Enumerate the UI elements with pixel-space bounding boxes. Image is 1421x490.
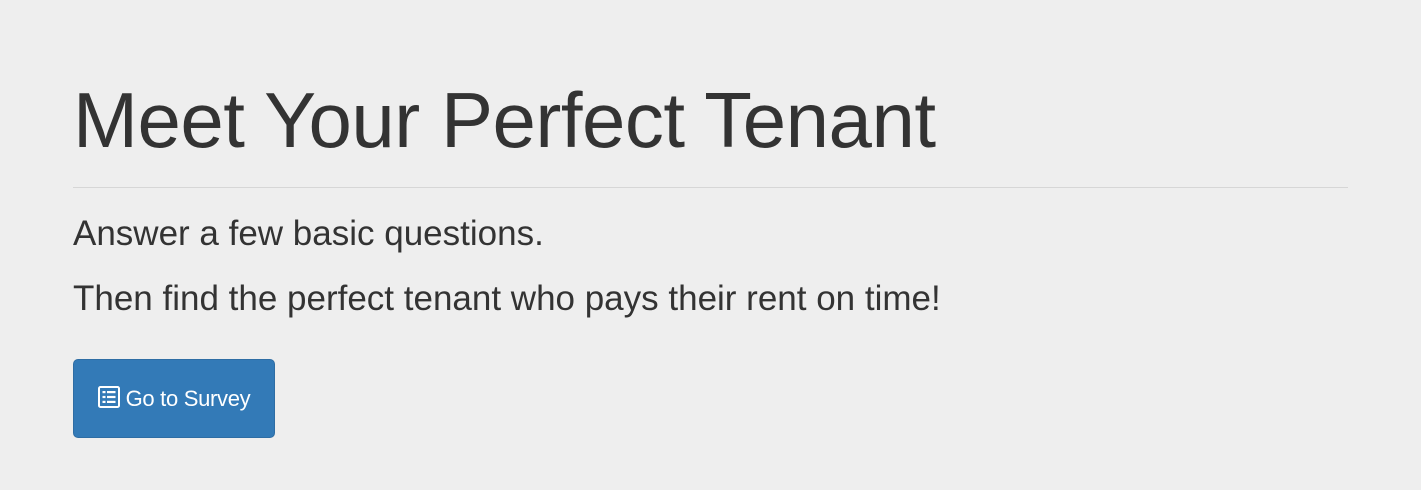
go-to-survey-label: Go to Survey — [125, 385, 251, 411]
page-title: Meet Your Perfect Tenant — [73, 76, 936, 164]
divider — [73, 187, 1348, 188]
jumbotron-hero: Meet Your Perfect Tenant Answer a few ba… — [0, 0, 1421, 490]
lead-text-tenant: Then find the perfect tenant who pays th… — [73, 279, 941, 318]
list-alt-icon — [97, 386, 120, 408]
go-to-survey-button[interactable]: Go to Survey — [73, 359, 275, 438]
lead-text-questions: Answer a few basic questions. — [73, 214, 544, 253]
